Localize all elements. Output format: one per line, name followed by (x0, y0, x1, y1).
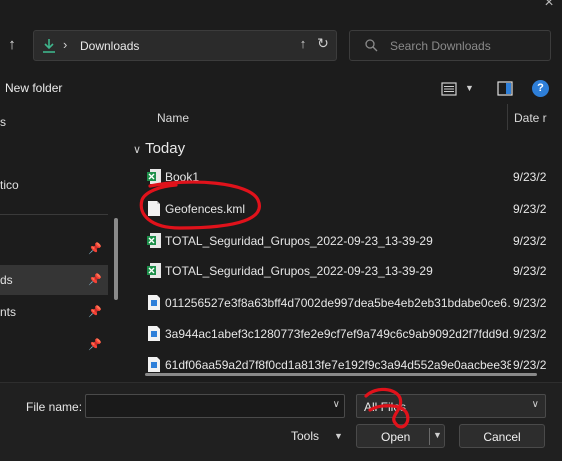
sidebar-item[interactable]: 📌 (0, 330, 108, 360)
column-header: Name Date r (128, 104, 562, 130)
search-input[interactable]: Search Downloads (349, 30, 551, 61)
pin-icon: 📌 (88, 243, 102, 255)
sidebar-scrollbar[interactable] (114, 218, 118, 300)
file-date: 9/23/2 (513, 202, 547, 216)
excel-file-icon (147, 233, 161, 248)
excel-file-icon (147, 169, 161, 184)
document-file-icon (148, 201, 160, 216)
pin-icon: 📌 (88, 274, 102, 286)
file-type-value: All Files (364, 400, 407, 414)
preview-pane-icon[interactable] (496, 80, 514, 97)
image-file-icon (148, 357, 160, 372)
file-row[interactable]: 3a944ac1abef3c1280773fe2e9cf7ef9a749c6c9… (141, 318, 562, 349)
file-name-label: File name: (26, 400, 83, 414)
dialog-footer: File name: ∨ All Files ∨ Tools ▼ Open ▼ … (0, 382, 562, 461)
tools-button[interactable]: Tools (291, 429, 319, 443)
file-row[interactable]: TOTAL_Seguridad_Grupos_2022-09-23_13-39-… (141, 255, 562, 286)
column-name[interactable]: Name (157, 111, 189, 125)
file-name: 3a944ac1abef3c1280773fe2e9cf7ef9a749c6c9… (165, 327, 511, 341)
sidebar-item[interactable]: s (0, 107, 108, 137)
file-date: 9/23/2 (513, 327, 547, 341)
refresh-icon[interactable]: ↻ (314, 35, 332, 53)
new-folder-button[interactable]: New folder (5, 81, 62, 95)
cancel-button[interactable]: Cancel (459, 424, 545, 448)
help-icon[interactable]: ? (532, 80, 549, 97)
chevron-down-icon[interactable]: ▼ (334, 431, 343, 441)
file-name: Geofences.kml (165, 202, 246, 216)
file-name: 011256527e3f8a63bff4d7002de997dea5be4eb2… (165, 296, 511, 310)
file-row[interactable]: Book1 9/23/2 (141, 161, 562, 192)
file-row[interactable]: 011256527e3f8a63bff4d7002de997dea5be4eb2… (141, 287, 562, 318)
file-date: 9/23/2 (513, 358, 547, 372)
chevron-down-icon: ∨ (531, 399, 539, 410)
horizontal-scrollbar[interactable] (145, 373, 537, 376)
file-name: TOTAL_Seguridad_Grupos_2022-09-23_13-39-… (165, 264, 433, 278)
file-name-input[interactable]: ∨ (85, 394, 345, 418)
search-placeholder: Search Downloads (390, 39, 491, 53)
file-date: 9/23/2 (513, 170, 547, 184)
pin-icon: 📌 (88, 339, 102, 351)
file-type-select[interactable]: All Files ∨ (356, 394, 546, 418)
chevron-down-icon[interactable]: ▼ (465, 83, 474, 93)
file-name: TOTAL_Seguridad_Grupos_2022-09-23_13-39-… (165, 234, 433, 248)
group-header-today[interactable]: ∨ Today (133, 140, 185, 157)
address-bar[interactable]: › Downloads ↑ ↻ (33, 30, 337, 61)
download-arrow-icon (43, 39, 55, 53)
search-icon (365, 39, 378, 52)
file-name: Book1 (165, 170, 200, 184)
list-view-icon[interactable] (440, 80, 458, 98)
file-date: 9/23/2 (513, 296, 547, 310)
open-button[interactable]: Open ▼ (356, 424, 445, 448)
file-date: 9/23/2 (513, 234, 547, 248)
image-file-icon (148, 295, 160, 310)
chevron-down-icon: ∨ (133, 144, 142, 156)
column-divider[interactable] (507, 104, 508, 130)
breadcrumb-chevron: › (63, 37, 68, 52)
sidebar-item[interactable]: 📌 (0, 234, 108, 264)
sidebar-divider (0, 214, 108, 215)
breadcrumb-downloads[interactable]: Downloads (80, 39, 139, 53)
file-row[interactable]: Geofences.kml 9/23/2 (141, 193, 562, 224)
pin-icon: 📌 (88, 306, 102, 318)
split-divider (429, 428, 430, 445)
close-icon[interactable]: × (536, 0, 562, 12)
sidebar-item[interactable]: tico (0, 170, 108, 200)
file-date: 9/23/2 (513, 264, 547, 278)
chevron-down-icon[interactable]: ∨ (333, 399, 340, 410)
sidebar-item-downloads[interactable]: ds 📌 (0, 265, 108, 295)
arrow-up-icon[interactable]: ↑ (2, 34, 22, 56)
chevron-down-icon[interactable]: ▼ (433, 430, 442, 440)
image-file-icon (148, 326, 160, 341)
excel-file-icon (147, 263, 161, 278)
file-name: 61df06aa59a2d7f8f0cd1a813fe7e192f9c3a94d… (165, 358, 511, 372)
column-date-modified[interactable]: Date r (514, 111, 547, 125)
file-row[interactable]: TOTAL_Seguridad_Grupos_2022-09-23_13-39-… (141, 225, 562, 256)
arrow-up-icon[interactable]: ↑ (295, 36, 311, 54)
sidebar-item[interactable]: nts 📌 (0, 297, 108, 327)
